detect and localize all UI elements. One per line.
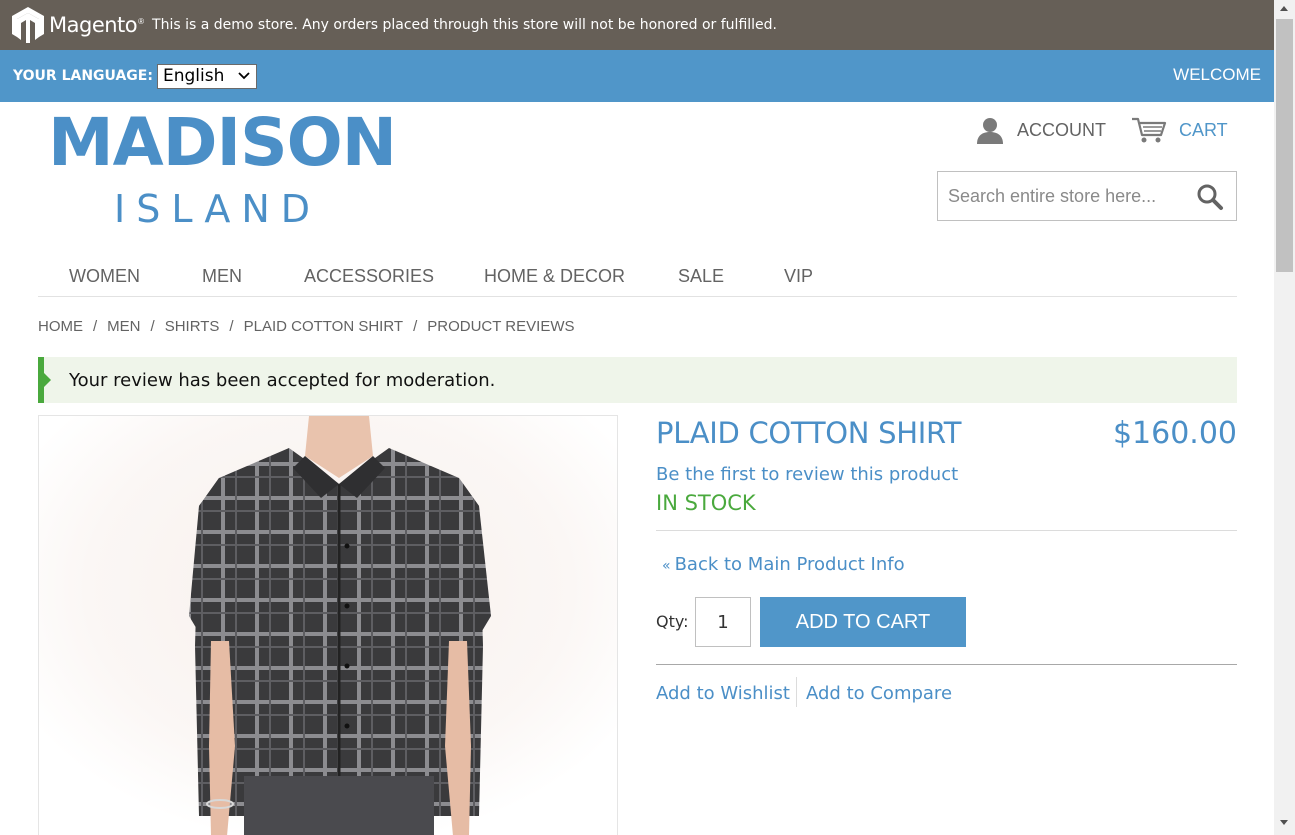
scroll-down-arrow-icon[interactable]: [1280, 820, 1288, 825]
breadcrumb-home[interactable]: Home: [38, 318, 83, 335]
breadcrumb-product[interactable]: Plaid Cotton Shirt: [244, 318, 403, 335]
language-select[interactable]: English: [156, 63, 257, 89]
welcome-text: WELCOME: [1173, 65, 1261, 84]
scroll-up-arrow-icon[interactable]: [1280, 6, 1288, 11]
search-box: [937, 171, 1237, 221]
breadcrumb-separator: /: [413, 318, 418, 335]
link-separator: [796, 677, 797, 707]
search-icon[interactable]: [1196, 183, 1224, 211]
account-label: ACCOUNT: [1017, 119, 1106, 140]
breadcrumb-separator: /: [229, 318, 234, 335]
magento-wordmark: Magento: [49, 13, 138, 37]
product-name: Plaid Cotton Shirt: [656, 416, 962, 450]
breadcrumb-current: Product Reviews: [427, 318, 575, 335]
qty-input[interactable]: [695, 597, 751, 647]
site-logo[interactable]: MADISON ISLAND: [48, 104, 397, 231]
nav-item-vip[interactable]: VIP: [784, 266, 813, 287]
add-to-cart-button[interactable]: Add to Cart: [760, 597, 966, 647]
scroll-thumb[interactable]: [1276, 19, 1293, 272]
vertical-scrollbar[interactable]: [1274, 0, 1295, 835]
add-to-compare-link[interactable]: Add to Compare: [806, 683, 952, 704]
success-message: Your review has been accepted for modera…: [38, 357, 1237, 403]
magento-logo: Magento ®: [12, 7, 144, 43]
stock-status: In stock: [656, 491, 756, 515]
logo-line2: ISLAND: [114, 187, 322, 231]
nav-item-sale[interactable]: Sale: [678, 266, 724, 287]
breadcrumb: Home / Men / Shirts / Plaid Cotton Shirt…: [38, 318, 575, 335]
nav-item-women[interactable]: Women: [69, 266, 140, 287]
nav-item-accessories[interactable]: Accessories: [304, 266, 434, 287]
breadcrumb-separator: /: [150, 318, 155, 335]
review-link[interactable]: Be the first to review this product: [656, 464, 958, 485]
breadcrumb-separator: /: [93, 318, 98, 335]
divider: [656, 664, 1237, 665]
main-nav: Women Men Accessories Home & Decor Sale …: [38, 254, 1237, 297]
account-link[interactable]: ACCOUNT: [975, 116, 1106, 144]
divider: [656, 530, 1237, 531]
nav-item-men[interactable]: Men: [202, 266, 242, 287]
product-photo: [39, 416, 617, 835]
language-bar: Your Language: English WELCOME: [0, 50, 1274, 102]
cart-link[interactable]: CART: [1131, 116, 1228, 144]
language-selected-value: English: [162, 66, 225, 86]
cart-icon: [1132, 117, 1167, 143]
back-to-product-link[interactable]: «Back to Main Product Info: [662, 554, 905, 575]
success-message-text: Your review has been accepted for modera…: [69, 369, 496, 391]
breadcrumb-shirts[interactable]: Shirts: [165, 318, 220, 335]
cart-label: CART: [1179, 119, 1228, 140]
demo-notice-bar: Magento ® This is a demo store. Any orde…: [0, 0, 1274, 50]
back-link-label: Back to Main Product Info: [674, 554, 905, 575]
trademark-symbol: ®: [138, 16, 145, 26]
product-image[interactable]: [38, 415, 618, 835]
user-icon: [977, 118, 1003, 144]
logo-line1: MADISON: [48, 104, 397, 181]
language-label: Your Language:: [13, 68, 153, 84]
qty-label: Qty:: [656, 612, 689, 631]
search-input[interactable]: [948, 185, 1188, 207]
demo-notice-text: This is a demo store. Any orders placed …: [152, 17, 777, 33]
message-arrow-icon: [43, 372, 51, 388]
back-arrow-icon: «: [662, 558, 671, 574]
nav-item-home-decor[interactable]: Home & Decor: [484, 266, 625, 287]
chevron-down-icon: [238, 72, 250, 80]
product-price: $160.00: [1112, 416, 1237, 451]
add-to-wishlist-link[interactable]: Add to Wishlist: [656, 683, 790, 704]
magento-hexagon-icon: [12, 7, 44, 43]
breadcrumb-men[interactable]: Men: [107, 318, 140, 335]
